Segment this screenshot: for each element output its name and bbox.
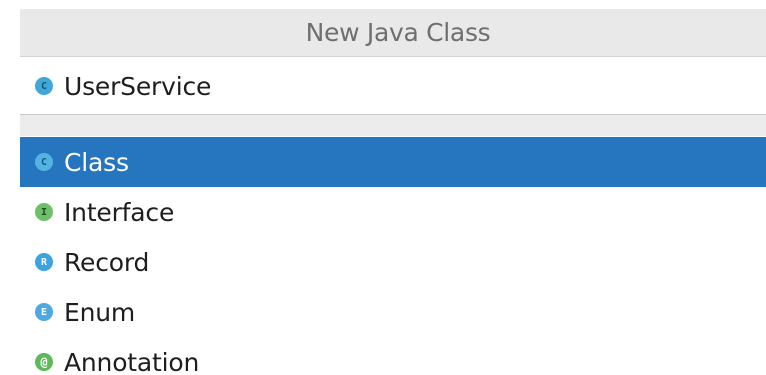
annotation-icon: @ bbox=[35, 353, 53, 371]
class-icon: C bbox=[35, 77, 53, 95]
enum-icon: E bbox=[35, 303, 53, 321]
kind-item-class[interactable]: C Class bbox=[20, 137, 766, 187]
kind-item-record[interactable]: R Record bbox=[20, 237, 766, 287]
dialog-titlebar[interactable]: New Java Class bbox=[20, 9, 766, 57]
record-icon: R bbox=[35, 253, 53, 271]
kind-item-enum[interactable]: E Enum bbox=[20, 287, 766, 337]
separator bbox=[20, 114, 766, 136]
class-name-input[interactable]: UserService bbox=[64, 72, 211, 101]
class-name-field[interactable]: C UserService bbox=[20, 58, 766, 114]
kind-label: Enum bbox=[64, 297, 136, 327]
kind-label: Interface bbox=[64, 197, 175, 227]
new-java-class-dialog: New Java Class C UserService C Class I I… bbox=[0, 0, 766, 375]
kind-label: Class bbox=[64, 147, 129, 177]
class-icon: C bbox=[35, 153, 53, 171]
kind-list: C Class I Interface R Record E Enum @ An… bbox=[20, 137, 766, 375]
interface-icon: I bbox=[35, 203, 53, 221]
kind-label: Record bbox=[64, 247, 150, 277]
kind-item-interface[interactable]: I Interface bbox=[20, 187, 766, 237]
kind-item-annotation[interactable]: @ Annotation bbox=[20, 337, 766, 375]
dialog-title: New Java Class bbox=[305, 18, 491, 47]
kind-label: Annotation bbox=[64, 347, 200, 375]
